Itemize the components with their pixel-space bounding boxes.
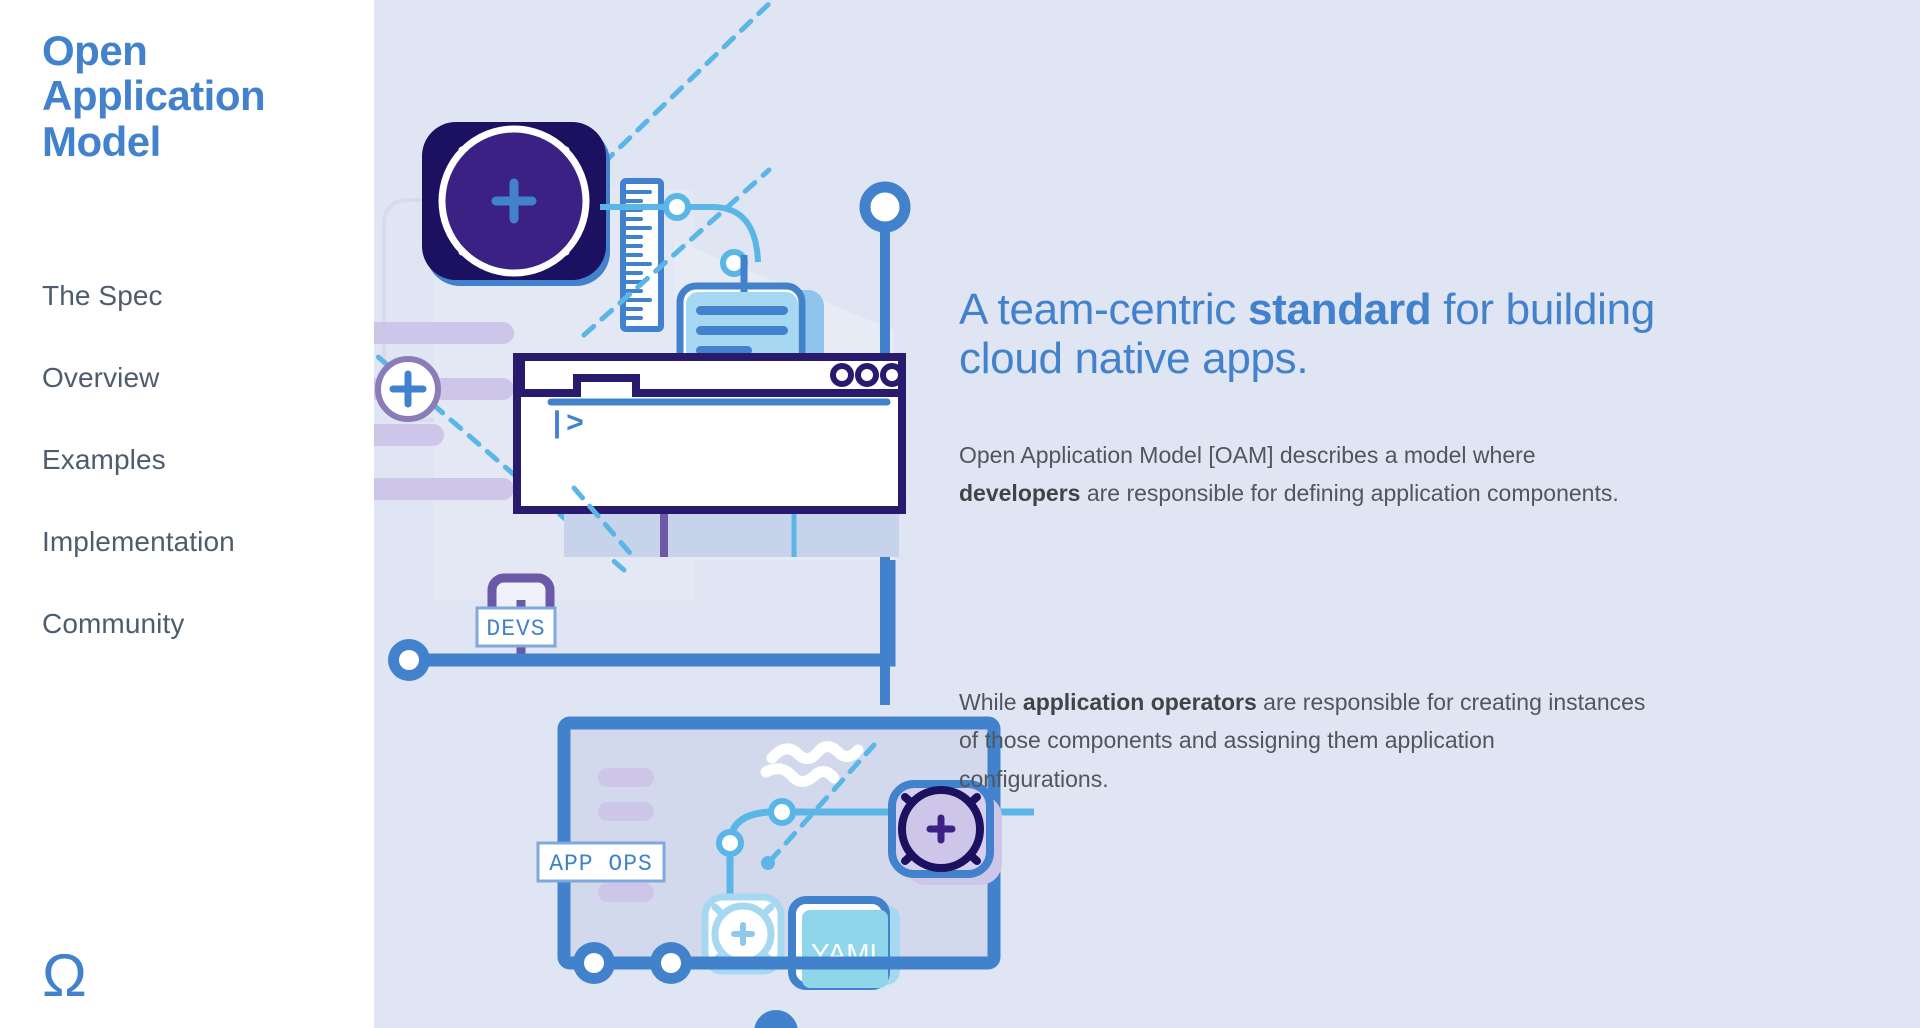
app-ops-label-text: APP OPS [549,851,653,877]
paragraph-operators: While application operators are responsi… [959,683,1649,799]
lilac-bar [374,322,514,344]
page-headline: A team-centric standard for building clo… [959,285,1659,384]
rail-endpoint-inner [661,953,681,973]
ruler-icon [620,178,664,332]
paragraph2-strong: application operators [1022,688,1257,715]
connector-node [716,829,744,857]
sidebar-item-overview[interactable]: Overview [42,364,374,392]
lilac-bar [598,883,654,902]
devs-label-text: DEVS [486,616,545,642]
page-root: Open Application Model The Spec Overview… [0,0,1920,1028]
devs-rail-endpoint-inner [399,650,419,670]
component-tile-lilac [888,780,1002,885]
lilac-bar [374,424,444,446]
copy-column: A team-centric standard for building clo… [959,285,1659,799]
pole-node [859,181,911,233]
sidebar-item-examples[interactable]: Examples [42,446,374,474]
connector-node [663,193,691,221]
paragraph1-strong: developers [959,480,1081,507]
brand-title: Open Application Model [42,27,266,165]
terminal-prompt-text: |> [548,408,584,442]
component-tile-dark [422,122,610,286]
paragraph1-part-2: are responsible for defining application… [1080,480,1619,507]
lilac-bar [598,768,654,787]
sidebar-item-community[interactable]: Community [42,610,374,638]
sidebar-item-implementation[interactable]: Implementation [42,528,374,556]
paragraph2-part-1: While [959,688,1023,715]
sidebar-nav: The Spec Overview Examples Implementatio… [42,282,374,638]
add-component-badge[interactable] [375,356,441,422]
lilac-bar [598,802,654,821]
omega-logo-icon[interactable]: Ω [42,946,87,1006]
main-content: |> DEVS APP OPS YAML A team-centric stan… [374,0,1920,1028]
sidebar: Open Application Model The Spec Overview… [0,0,374,1028]
paragraph1-part-1: Open Application Model [OAM] describes a… [959,441,1536,468]
connector-node [768,798,796,826]
headline-strong: standard [1247,285,1432,334]
devs-label: DEVS [475,606,557,648]
yaml-card: YAML [788,896,900,990]
sidebar-item-the-spec[interactable]: The Spec [42,282,374,310]
app-ops-label: APP OPS [536,841,666,883]
paragraph-developers: Open Application Model [OAM] describes a… [959,436,1649,513]
lilac-bar [374,478,514,500]
rail-endpoint-inner [584,953,604,973]
headline-part-1: A team-centric [959,285,1248,334]
dashed-line-dot [761,856,775,870]
